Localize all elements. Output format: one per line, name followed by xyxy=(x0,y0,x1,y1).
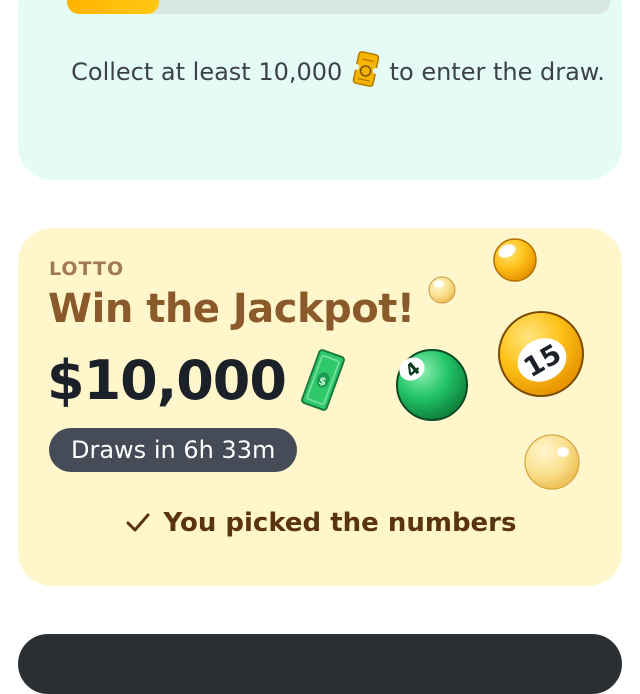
jackpot-amount: $10,000 xyxy=(47,348,287,412)
ball-number-15: 15 xyxy=(519,338,567,384)
tiny-lotto-ball xyxy=(428,276,456,304)
jackpot-headline: Win the Jackpot! xyxy=(48,286,415,332)
lotto-label: LOTTO xyxy=(49,258,125,280)
ticket-progress-bar xyxy=(67,0,610,14)
cash-bill-icon: $ xyxy=(301,349,345,411)
picked-numbers-text: You picked the numbers xyxy=(163,508,517,538)
ticket-progress-fill xyxy=(67,0,160,14)
draw-timer-pill: Draws in 6h 33m xyxy=(49,428,298,472)
collect-tickets-card: Collect at least 10,000 to enter the dra… xyxy=(18,0,622,180)
small-yellow-lotto-ball xyxy=(493,238,537,282)
lotto-card[interactable]: LOTTO Win the Jackpot! $10,000 $ Draws i… xyxy=(18,228,622,586)
pale-lotto-ball xyxy=(524,434,580,490)
next-card-partial xyxy=(18,634,622,694)
collect-text-before: Collect at least 10,000 xyxy=(71,58,343,86)
jackpot-amount-row: $10,000 $ xyxy=(47,348,348,412)
ball-number-4: 4 xyxy=(401,358,424,382)
checkmark-icon xyxy=(126,513,150,532)
picked-numbers-status[interactable]: You picked the numbers xyxy=(18,508,622,538)
golden-ticket-icon xyxy=(352,51,380,87)
green-lotto-ball-4: 4 xyxy=(396,349,468,421)
yellow-lotto-ball-15: 15 xyxy=(498,311,584,397)
collect-instructions: Collect at least 10,000 to enter the dra… xyxy=(58,50,618,89)
collect-text-after: to enter the draw. xyxy=(389,58,605,86)
